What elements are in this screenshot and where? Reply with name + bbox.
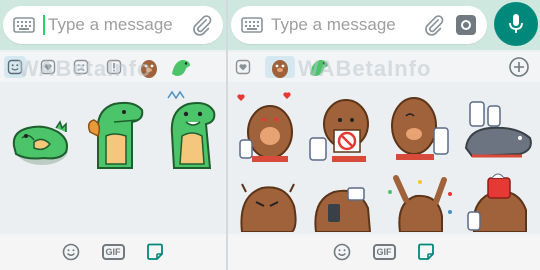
sticker-bear-lying[interactable]: [460, 98, 536, 164]
sad-face-icon: [73, 59, 89, 75]
add-sticker-pack-icon[interactable]: [508, 56, 530, 78]
sticker-tabs: [228, 52, 540, 82]
sticker-pack-dino-icon[interactable]: [306, 54, 332, 80]
sticker-dino-eating[interactable]: [84, 92, 152, 174]
attachment-icon[interactable]: [423, 14, 445, 36]
sticker-pack-dino-icon[interactable]: [168, 54, 194, 80]
gif-label: GIF: [372, 244, 396, 260]
sticker-bear-celebrate[interactable]: [384, 172, 456, 232]
compose-area: Type a message: [0, 0, 226, 50]
left-panel: Type a message WABetaInfo GIF: [0, 0, 226, 270]
tab-love[interactable]: [232, 56, 254, 78]
sticker-pack-bear-icon: [272, 60, 288, 78]
tab-exclamation[interactable]: [103, 56, 125, 78]
attachment-icon[interactable]: [191, 14, 213, 36]
sticker-dino-standing[interactable]: [160, 90, 224, 174]
message-input-bar[interactable]: Type a message: [231, 6, 487, 44]
sticker-bear-laughing[interactable]: [384, 88, 456, 170]
right-panel: Type a message WABetaInfo GIF: [228, 0, 540, 270]
exclamation-icon: [106, 59, 122, 75]
bottom-bar: GIF: [228, 234, 540, 270]
heart-icon: [235, 59, 251, 75]
emoji-icon: [333, 243, 351, 261]
sticker-grid: [228, 84, 540, 234]
emoji-tab-button[interactable]: [331, 241, 353, 263]
emoji-tab-button[interactable]: [60, 241, 82, 263]
sticker-bear-phone[interactable]: [308, 174, 378, 232]
screenshot-stage: Type a message WABetaInfo GIF Type a mes…: [0, 0, 540, 270]
tab-love[interactable]: [37, 56, 59, 78]
microphone-icon: [509, 14, 523, 33]
sticker-bear-angry[interactable]: [232, 176, 302, 232]
sticker-bear-love[interactable]: [232, 90, 302, 170]
emoji-icon: [62, 243, 80, 261]
heart-icon: [40, 59, 56, 75]
camera-icon[interactable]: [455, 14, 477, 36]
gif-tab-button[interactable]: GIF: [101, 241, 125, 263]
compose-area: Type a message: [228, 0, 540, 50]
sticker-tab-button[interactable]: [144, 241, 166, 263]
sticker-grid: [0, 84, 226, 234]
tab-recent[interactable]: [4, 56, 26, 78]
bottom-bar: GIF: [0, 234, 226, 270]
voice-message-button[interactable]: [494, 2, 538, 46]
gif-tab-button[interactable]: GIF: [372, 241, 396, 263]
message-input-bar[interactable]: Type a message: [3, 6, 223, 44]
message-input[interactable]: Type a message: [271, 15, 423, 35]
sticker-tabs: [0, 52, 226, 82]
sticker-icon: [418, 243, 434, 260]
sticker-pack-bear-icon[interactable]: [136, 54, 162, 80]
tab-sticker-pack-bear[interactable]: [265, 56, 295, 78]
sticker-icon: [147, 243, 163, 260]
sticker-bear-tissue[interactable]: [460, 172, 536, 232]
message-input[interactable]: Type a message: [48, 15, 191, 35]
tab-sad[interactable]: [70, 56, 92, 78]
sticker-dino-lying[interactable]: [4, 102, 76, 172]
keyboard-icon[interactable]: [241, 17, 263, 33]
sticker-bear-no-sign[interactable]: [306, 88, 380, 170]
emoji-smile-icon: [7, 59, 23, 75]
keyboard-icon[interactable]: [13, 17, 35, 33]
sticker-tab-button[interactable]: [415, 241, 437, 263]
text-cursor: [43, 15, 45, 35]
gif-label: GIF: [101, 244, 125, 260]
